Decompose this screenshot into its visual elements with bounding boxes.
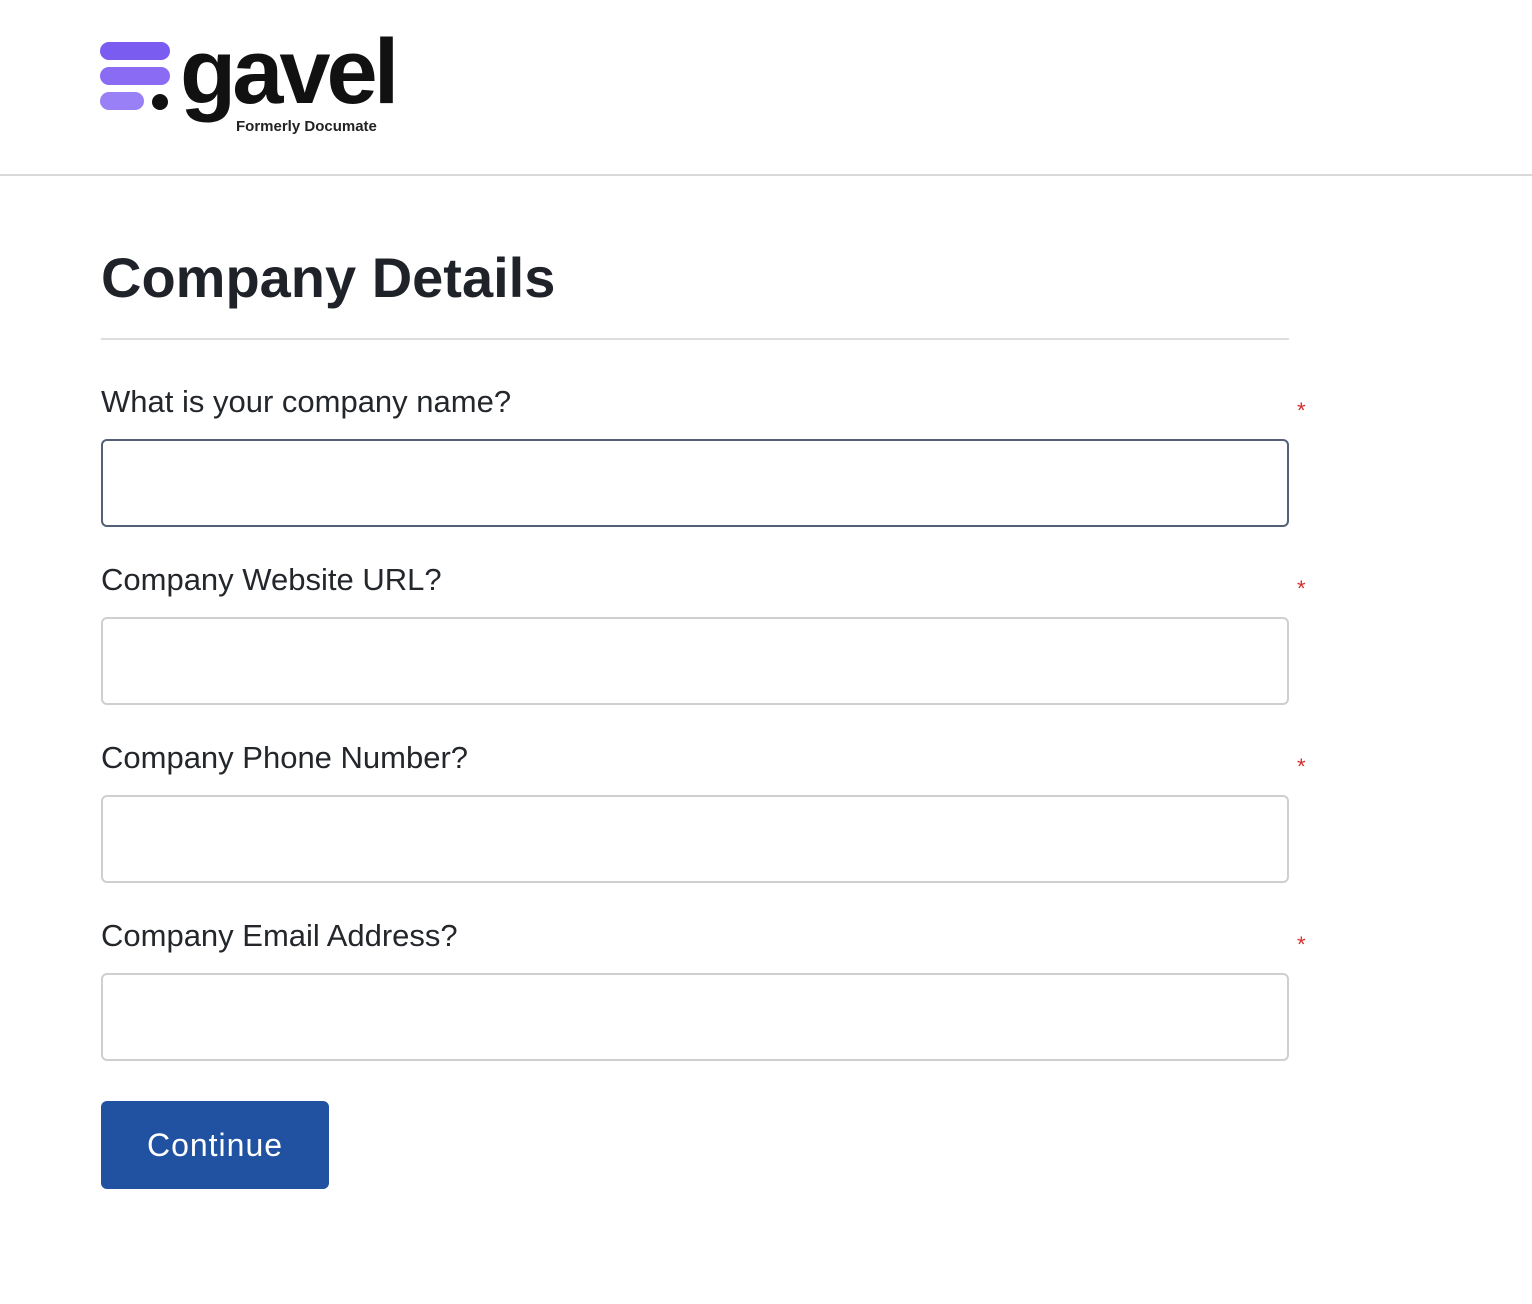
company-email-input[interactable] bbox=[101, 973, 1289, 1061]
site-header: gavel Formerly Documate bbox=[0, 0, 1532, 176]
company-website-input[interactable] bbox=[101, 617, 1289, 705]
brand-wordmark: gavel bbox=[180, 21, 399, 123]
required-asterisk: * bbox=[1297, 754, 1306, 779]
brand-tagline: Formerly Documate bbox=[236, 118, 377, 135]
company-email-label: Company Email Address? bbox=[101, 918, 458, 953]
company-website-label: Company Website URL? bbox=[101, 562, 442, 597]
company-phone-input[interactable] bbox=[101, 795, 1289, 883]
gavel-logo[interactable]: gavel Formerly Documate bbox=[100, 26, 410, 140]
required-asterisk: * bbox=[1297, 398, 1306, 423]
required-asterisk: * bbox=[1297, 932, 1306, 957]
required-asterisk: * bbox=[1297, 576, 1306, 601]
page-title: Company Details bbox=[101, 246, 556, 309]
title-divider bbox=[101, 338, 1289, 340]
company-name-input[interactable] bbox=[101, 439, 1289, 527]
company-phone-label: Company Phone Number? bbox=[101, 740, 469, 775]
company-name-label: What is your company name? bbox=[101, 384, 512, 419]
continue-button[interactable]: Continue bbox=[101, 1101, 329, 1189]
stacked-bars-dot-icon bbox=[100, 42, 170, 110]
